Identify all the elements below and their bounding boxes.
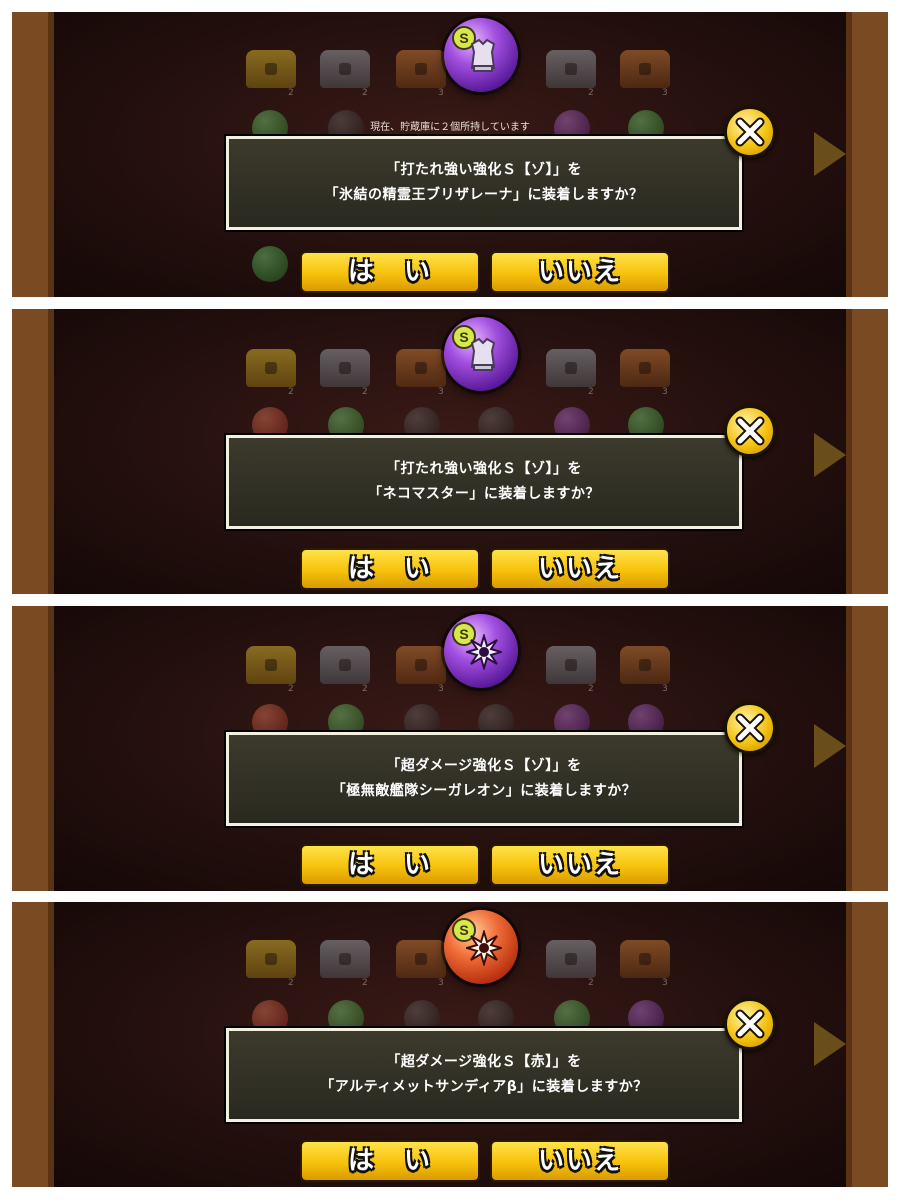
- dialog-item-line: 「打たれ強い強化Ｓ【ゾ】」を: [386, 162, 582, 178]
- treasure-chest-silver-icon[interactable]: [546, 940, 596, 978]
- yes-button[interactable]: は い: [300, 251, 480, 293]
- armor-icon: [470, 337, 496, 371]
- close-icon: [735, 1009, 765, 1039]
- dialog-item-line: 「超ダメージ強化Ｓ【赤】」を: [386, 1054, 582, 1070]
- close-icon: [735, 117, 765, 147]
- close-button[interactable]: [724, 702, 776, 754]
- close-button[interactable]: [724, 998, 776, 1050]
- chest-count: 2: [362, 387, 368, 397]
- no-button[interactable]: いいえ: [490, 844, 670, 886]
- chest-count: 2: [288, 387, 294, 397]
- chest-count: 2: [588, 978, 594, 988]
- treasure-chest-bronze-icon[interactable]: [620, 940, 670, 978]
- treasure-chest-gold-icon[interactable]: [246, 50, 296, 88]
- selected-orb: S: [444, 18, 518, 92]
- chest-count: 2: [588, 387, 594, 397]
- equip-confirm-panel-4: 2 2 3 2 3 S 「超ダメージ強化Ｓ【赤】」を 「アルティメットサンディア…: [12, 902, 888, 1187]
- chest-count: 3: [438, 88, 444, 98]
- burst-icon: [466, 634, 502, 670]
- chest-count: 3: [662, 684, 668, 694]
- dialog-item-line: 「超ダメージ強化Ｓ【ゾ】」を: [386, 758, 582, 774]
- treasure-chest-bronze-icon[interactable]: [396, 940, 446, 978]
- burst-icon: [466, 930, 502, 966]
- equip-confirm-panel-1: 2 2 3 2 3 S 現在、貯蔵庫に２個所持しています 「打たれ強い強化Ｓ【ゾ…: [12, 12, 888, 297]
- treasure-chest-silver-icon[interactable]: [320, 646, 370, 684]
- chest-count: 2: [362, 978, 368, 988]
- dialog-target-line: 「アルティメットサンディアβ」に装着しますか？: [320, 1079, 648, 1095]
- chest-count: 2: [288, 88, 294, 98]
- selected-orb: S: [444, 910, 518, 984]
- treasure-chest-silver-icon[interactable]: [320, 50, 370, 88]
- chest-count: 2: [288, 684, 294, 694]
- chest-count: 2: [588, 88, 594, 98]
- treasure-chest-silver-icon[interactable]: [320, 940, 370, 978]
- yes-button[interactable]: は い: [300, 1140, 480, 1182]
- chest-count: 3: [662, 88, 668, 98]
- treasure-chest-bronze-icon[interactable]: [396, 646, 446, 684]
- chest-count: 2: [588, 684, 594, 694]
- treasure-chest-silver-icon[interactable]: [320, 349, 370, 387]
- chest-count: 2: [362, 684, 368, 694]
- equip-confirm-panel-3: 2 2 3 2 3 S 「超ダメージ強化Ｓ【ゾ】」を 「極無敵艦隊シーガレオン」…: [12, 606, 888, 891]
- selected-orb: S: [444, 614, 518, 688]
- dialog-target-line: 「ネコマスター」に装着しますか？: [368, 486, 600, 502]
- next-page-arrow-icon[interactable]: [814, 724, 846, 768]
- close-icon: [735, 713, 765, 743]
- treasure-chest-bronze-icon[interactable]: [396, 349, 446, 387]
- chest-count: 2: [288, 978, 294, 988]
- confirm-dialog: 「打たれ強い強化Ｓ【ゾ】」を 「氷結の精霊王ブリザレーナ」に装着しますか？: [226, 136, 742, 230]
- chest-count: 3: [662, 978, 668, 988]
- treasure-chest-silver-icon[interactable]: [546, 646, 596, 684]
- no-button[interactable]: いいえ: [490, 548, 670, 590]
- chest-count: 2: [362, 88, 368, 98]
- close-button[interactable]: [724, 106, 776, 158]
- treasure-chest-gold-icon[interactable]: [246, 940, 296, 978]
- confirm-dialog: 「超ダメージ強化Ｓ【ゾ】」を 「極無敵艦隊シーガレオン」に装着しますか？: [226, 732, 742, 826]
- no-button[interactable]: いいえ: [490, 251, 670, 293]
- confirm-dialog: 「打たれ強い強化Ｓ【ゾ】」を 「ネコマスター」に装着しますか？: [226, 435, 742, 529]
- dialog-item-line: 「打たれ強い強化Ｓ【ゾ】」を: [386, 461, 582, 477]
- yes-button[interactable]: は い: [300, 844, 480, 886]
- yes-button[interactable]: は い: [300, 548, 480, 590]
- treasure-chest-bronze-icon[interactable]: [620, 50, 670, 88]
- orb-slot-green[interactable]: [252, 246, 288, 282]
- treasure-chest-silver-icon[interactable]: [546, 349, 596, 387]
- confirm-dialog: 「超ダメージ強化Ｓ【赤】」を 「アルティメットサンディアβ」に装着しますか？: [226, 1028, 742, 1122]
- close-icon: [735, 416, 765, 446]
- armor-icon: [470, 38, 496, 72]
- chest-count: 3: [662, 387, 668, 397]
- next-page-arrow-icon[interactable]: [814, 1022, 846, 1066]
- dialog-target-line: 「氷結の精霊王ブリザレーナ」に装着しますか？: [324, 187, 644, 203]
- chest-count: 3: [438, 387, 444, 397]
- next-page-arrow-icon[interactable]: [814, 132, 846, 176]
- treasure-chest-gold-icon[interactable]: [246, 646, 296, 684]
- treasure-chest-gold-icon[interactable]: [246, 349, 296, 387]
- next-page-arrow-icon[interactable]: [814, 433, 846, 477]
- treasure-chest-silver-icon[interactable]: [546, 50, 596, 88]
- chest-count: 3: [438, 684, 444, 694]
- treasure-chest-bronze-icon[interactable]: [620, 349, 670, 387]
- no-button[interactable]: いいえ: [490, 1140, 670, 1182]
- close-button[interactable]: [724, 405, 776, 457]
- dialog-target-line: 「極無敵艦隊シーガレオン」に装着しますか？: [331, 783, 637, 799]
- treasure-chest-bronze-icon[interactable]: [396, 50, 446, 88]
- chest-count: 3: [438, 978, 444, 988]
- selected-orb: S: [444, 317, 518, 391]
- equip-confirm-panel-2: 2 2 3 2 3 S 「打たれ強い強化Ｓ【ゾ】」を 「ネコマスター」に装着しま…: [12, 309, 888, 594]
- treasure-chest-bronze-icon[interactable]: [620, 646, 670, 684]
